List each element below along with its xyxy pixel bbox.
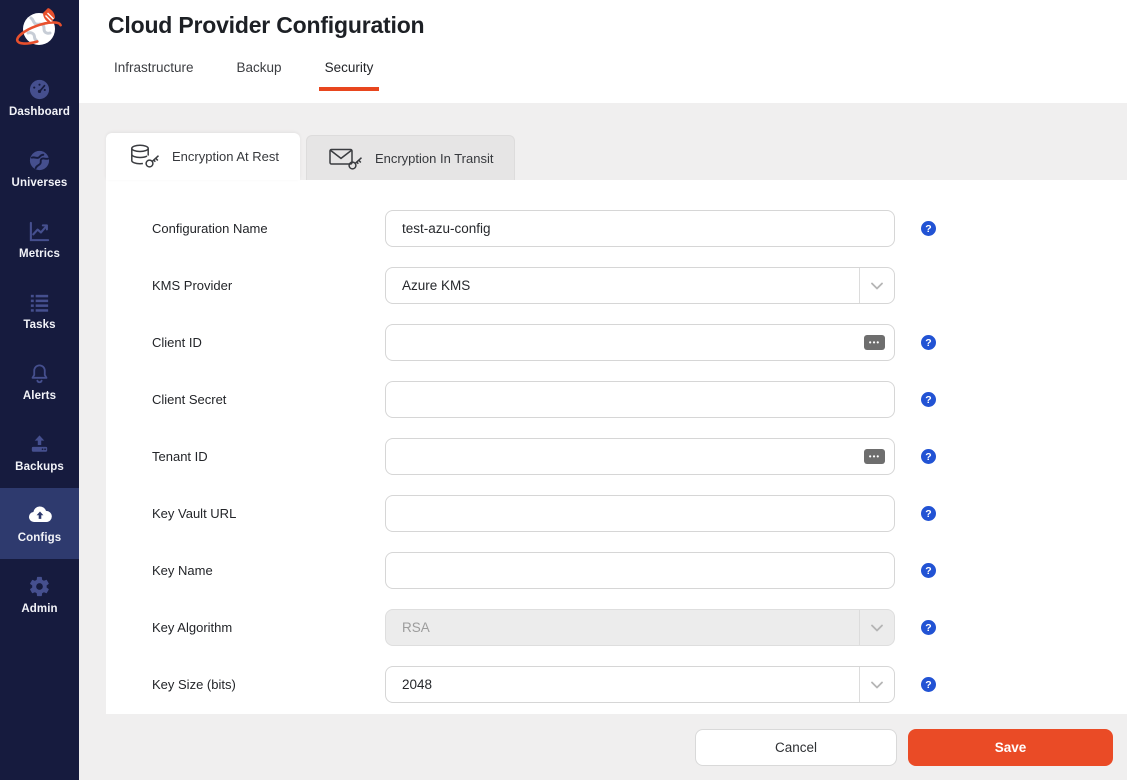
field-label: Key Name	[152, 563, 385, 578]
encryption-at-rest-panel: Configuration Name test-azu-config ? KMS…	[106, 180, 1127, 714]
sidebar-item-label: Metrics	[19, 248, 60, 260]
help-icon[interactable]: ?	[921, 506, 936, 521]
field-input[interactable]: •••	[385, 324, 895, 361]
sidebar: Dashboard Universes Metrics	[0, 0, 79, 780]
form-row: Configuration Name test-azu-config ?	[106, 200, 1127, 257]
cloud-upload-icon	[27, 503, 53, 527]
chevron-down-icon[interactable]	[859, 268, 894, 303]
field-input[interactable]: Azure KMS	[385, 267, 895, 304]
help-icon[interactable]: ?	[921, 392, 936, 407]
subtab-encryption-in-transit[interactable]: Encryption In Transit	[306, 135, 516, 180]
sidebar-item-label: Configs	[18, 532, 62, 544]
subtab-encryption-at-rest[interactable]: Encryption At Rest	[106, 133, 300, 180]
encryption-subtabs: Encryption At Rest Encryption In Transit	[106, 133, 515, 180]
sidebar-item-alerts[interactable]: Alerts	[0, 346, 79, 417]
list-icon	[28, 290, 51, 314]
page-title: Cloud Provider Configuration	[108, 0, 1127, 39]
field-label: Client Secret	[152, 392, 385, 407]
cancel-button[interactable]: Cancel	[695, 729, 897, 766]
sidebar-item-label: Tasks	[23, 319, 55, 331]
line-chart-icon	[28, 219, 51, 243]
form-row: Key Size (bits) 2048 ?	[106, 656, 1127, 713]
save-button[interactable]: Save	[908, 729, 1113, 766]
upload-icon	[28, 432, 51, 456]
chevron-down-icon[interactable]	[859, 667, 894, 702]
field-input[interactable]: •••	[385, 438, 895, 475]
sidebar-item-label: Dashboard	[9, 106, 70, 118]
form-fields: Configuration Name test-azu-config ? KMS…	[106, 200, 1127, 713]
field-input[interactable]: 2048	[385, 666, 895, 703]
subtab-label: Encryption In Transit	[375, 151, 494, 166]
form-row: Key Algorithm RSA ?	[106, 599, 1127, 656]
bell-icon	[28, 361, 51, 385]
help-icon[interactable]: ?	[921, 563, 936, 578]
sidebar-item-universes[interactable]: Universes	[0, 133, 79, 204]
content-area: Encryption At Rest Encryption In Transit	[79, 103, 1127, 780]
database-key-icon	[127, 143, 161, 170]
field-input[interactable]: RSA	[385, 609, 895, 646]
sidebar-item-admin[interactable]: Admin	[0, 559, 79, 630]
app-logo[interactable]	[0, 0, 79, 62]
sidebar-item-metrics[interactable]: Metrics	[0, 204, 79, 275]
form-footer: Cancel Save	[79, 714, 1127, 780]
field-value: 2048	[402, 677, 432, 692]
sidebar-item-label: Universes	[12, 177, 68, 189]
field-label: KMS Provider	[152, 278, 385, 293]
page-tabs: Infrastructure Backup Security	[108, 60, 1127, 91]
form-row: Key Vault URL ?	[106, 485, 1127, 542]
gear-icon	[28, 574, 51, 598]
sidebar-item-tasks[interactable]: Tasks	[0, 275, 79, 346]
field-label: Key Algorithm	[152, 620, 385, 635]
field-label: Key Size (bits)	[152, 677, 385, 692]
field-value: Azure KMS	[402, 278, 470, 293]
sidebar-item-label: Backups	[15, 461, 64, 473]
chevron-down-icon[interactable]	[859, 610, 894, 645]
field-value: test-azu-config	[402, 221, 491, 236]
page-header: Cloud Provider Configuration Infrastruct…	[79, 0, 1127, 103]
ellipsis-icon[interactable]: •••	[864, 335, 885, 350]
form-row: Client ID ••• ?	[106, 314, 1127, 371]
form-row: Key Name ?	[106, 542, 1127, 599]
help-icon[interactable]: ?	[921, 677, 936, 692]
sidebar-item-dashboard[interactable]: Dashboard	[0, 62, 79, 133]
field-label: Tenant ID	[152, 449, 385, 464]
field-input[interactable]	[385, 381, 895, 418]
envelope-key-icon	[328, 145, 364, 172]
sidebar-item-label: Admin	[21, 603, 57, 615]
help-icon[interactable]: ?	[921, 335, 936, 350]
field-value: RSA	[402, 620, 430, 635]
field-label: Configuration Name	[152, 221, 385, 236]
tab-security[interactable]: Security	[319, 60, 380, 91]
globe-icon	[28, 148, 51, 172]
field-label: Client ID	[152, 335, 385, 350]
help-icon[interactable]: ?	[921, 620, 936, 635]
yugabyte-logo-icon	[14, 4, 66, 58]
main-area: Cloud Provider Configuration Infrastruct…	[79, 0, 1127, 780]
field-input[interactable]: test-azu-config	[385, 210, 895, 247]
sidebar-item-label: Alerts	[23, 390, 56, 402]
field-input[interactable]	[385, 495, 895, 532]
ellipsis-icon[interactable]: •••	[864, 449, 885, 464]
form-row: Client Secret ?	[106, 371, 1127, 428]
sidebar-item-backups[interactable]: Backups	[0, 417, 79, 488]
help-icon[interactable]: ?	[921, 221, 936, 236]
help-icon[interactable]: ?	[921, 449, 936, 464]
form-row: KMS Provider Azure KMS	[106, 257, 1127, 314]
field-input[interactable]	[385, 552, 895, 589]
gauge-icon	[28, 77, 51, 101]
form-row: Tenant ID ••• ?	[106, 428, 1127, 485]
tab-backup[interactable]: Backup	[231, 60, 288, 91]
subtab-label: Encryption At Rest	[172, 149, 279, 164]
tab-infrastructure[interactable]: Infrastructure	[108, 60, 200, 91]
field-label: Key Vault URL	[152, 506, 385, 521]
sidebar-item-configs[interactable]: Configs	[0, 488, 79, 559]
